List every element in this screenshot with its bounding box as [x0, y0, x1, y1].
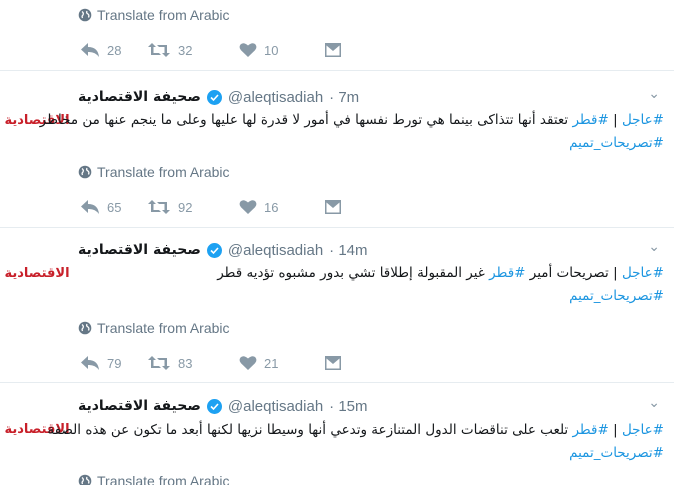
retweet-count: 92 [178, 199, 193, 215]
retweet-icon [148, 200, 170, 214]
tweet-header: صحيفة الاقتصادية @aleqtisadiah · 14m [78, 240, 368, 260]
like-button[interactable]: 10 [239, 42, 324, 58]
reply-button[interactable]: 79 [80, 355, 147, 371]
direct-message-button[interactable] [324, 355, 342, 371]
hashtag[interactable]: #قطر [572, 422, 608, 438]
caret-down-icon[interactable]: ⌄ [648, 394, 660, 411]
tweet[interactable]: الاقتصادية صحيفة الاقتصادية @aleqtisadia… [0, 70, 674, 227]
reply-count: 65 [107, 199, 122, 215]
tweet-line: #تصريحات_تميم [78, 285, 664, 308]
tweet-body-text: تصريحات أمير [529, 265, 609, 281]
author-name[interactable]: صحيفة الاقتصادية [78, 89, 201, 105]
tweet-text: #عاجل | تصريحات أمير #قطر غير المقبولة إ… [78, 262, 664, 308]
tweet-line: #عاجل | #قطر تلعب على تناقضات الدول المت… [47, 419, 664, 442]
tweet-header: صحيفة الاقتصادية @aleqtisadiah · 15m [78, 396, 368, 416]
globe-icon [78, 474, 92, 485]
tweet-line: #عاجل | #قطر تعتقد أنها تتذاكى بينما هي … [40, 109, 664, 132]
like-icon [239, 200, 257, 214]
direct-message-icon [325, 200, 341, 214]
verified-badge-icon [206, 398, 222, 414]
tweet-time[interactable]: · 14m [329, 242, 367, 259]
retweet-icon [148, 356, 170, 370]
tweet-actions: 28 32 10 [80, 40, 342, 60]
retweet-button[interactable]: 83 [147, 355, 239, 371]
tweet-time[interactable]: · 15m [329, 398, 367, 415]
reply-count: 28 [107, 42, 122, 58]
hashtag[interactable]: #عاجل [622, 422, 664, 438]
like-button[interactable]: 21 [239, 355, 324, 371]
retweet-count: 83 [178, 355, 193, 371]
globe-icon [78, 8, 92, 22]
reply-button[interactable]: 65 [80, 199, 147, 215]
tweet-actions: 65 92 16 [80, 197, 342, 217]
tweet-partial: Translate from Arabic 28 32 10 [0, 0, 674, 70]
retweet-count: 32 [178, 42, 193, 58]
tweet-line: #تصريحات_تميم [78, 132, 664, 155]
like-icon [239, 43, 257, 57]
globe-icon [78, 321, 92, 335]
retweet-icon [148, 43, 170, 57]
translate-link[interactable]: Translate from Arabic [78, 320, 230, 336]
like-count: 16 [264, 199, 279, 215]
translate-label: Translate from Arabic [97, 164, 230, 180]
tweet-actions: 79 83 21 [80, 353, 342, 373]
retweet-button[interactable]: 32 [147, 42, 239, 58]
reply-icon [81, 43, 99, 57]
verified-badge-icon [206, 242, 222, 258]
tweet-line: #تصريحات_تميم [78, 442, 664, 465]
translate-link[interactable]: Translate from Arabic [78, 473, 230, 485]
author-handle[interactable]: @aleqtisadiah [228, 242, 323, 259]
hashtag[interactable]: #تصريحات_تميم [569, 445, 664, 461]
reply-button[interactable]: 28 [80, 42, 147, 58]
tweet-text: #عاجل | #قطر تلعب على تناقضات الدول المت… [47, 419, 664, 465]
author-handle[interactable]: @aleqtisadiah [228, 398, 323, 415]
tweet-time[interactable]: · 7m [329, 89, 359, 106]
tweet-body-text: غير المقبولة إطلاقا تشي بدور مشبوه تؤديه… [217, 265, 485, 281]
reply-icon [81, 200, 99, 214]
hashtag[interactable]: #عاجل [622, 265, 664, 281]
direct-message-icon [325, 356, 341, 370]
caret-down-icon[interactable]: ⌄ [648, 85, 660, 102]
translate-link[interactable]: Translate from Arabic [78, 7, 230, 23]
retweet-button[interactable]: 92 [147, 199, 239, 215]
translate-label: Translate from Arabic [97, 473, 230, 485]
author-name[interactable]: صحيفة الاقتصادية [78, 398, 201, 414]
separator: | [613, 265, 618, 281]
tweet-line: #عاجل | تصريحات أمير #قطر غير المقبولة إ… [78, 262, 664, 285]
like-count: 21 [264, 355, 279, 371]
tweet[interactable]: الاقتصادية صحيفة الاقتصادية @aleqtisadia… [0, 227, 674, 382]
hashtag[interactable]: #قطر [489, 265, 525, 281]
author-name[interactable]: صحيفة الاقتصادية [78, 242, 201, 258]
tweet-body-text: تعتقد أنها تتذاكى بينما هي تورط نفسها في… [39, 112, 569, 128]
like-count: 10 [264, 42, 279, 58]
globe-icon [78, 165, 92, 179]
tweet-text: #عاجل | #قطر تعتقد أنها تتذاكى بينما هي … [40, 109, 664, 155]
translate-link[interactable]: Translate from Arabic [78, 164, 230, 180]
separator: | [613, 112, 618, 128]
hashtag[interactable]: #عاجل [622, 112, 664, 128]
reply-icon [81, 356, 99, 370]
hashtag[interactable]: #تصريحات_تميم [569, 288, 664, 304]
verified-badge-icon [206, 89, 222, 105]
translate-label: Translate from Arabic [97, 7, 230, 23]
direct-message-icon [325, 43, 341, 57]
direct-message-button[interactable] [324, 199, 342, 215]
reply-count: 79 [107, 355, 122, 371]
tweet-body-text: تلعب على تناقضات الدول المتنازعة وتدعي أ… [47, 422, 569, 438]
caret-down-icon[interactable]: ⌄ [648, 238, 660, 255]
translate-label: Translate from Arabic [97, 320, 230, 336]
author-handle[interactable]: @aleqtisadiah [228, 89, 323, 106]
hashtag[interactable]: #قطر [572, 112, 608, 128]
separator: | [613, 422, 618, 438]
like-button[interactable]: 16 [239, 199, 324, 215]
tweet-header: صحيفة الاقتصادية @aleqtisadiah · 7m [78, 87, 359, 107]
hashtag[interactable]: #تصريحات_تميم [569, 135, 664, 151]
avatar[interactable]: الاقتصادية [4, 261, 70, 285]
direct-message-button[interactable] [324, 42, 342, 58]
like-icon [239, 356, 257, 370]
tweet[interactable]: الاقتصادية صحيفة الاقتصادية @aleqtisadia… [0, 382, 674, 485]
